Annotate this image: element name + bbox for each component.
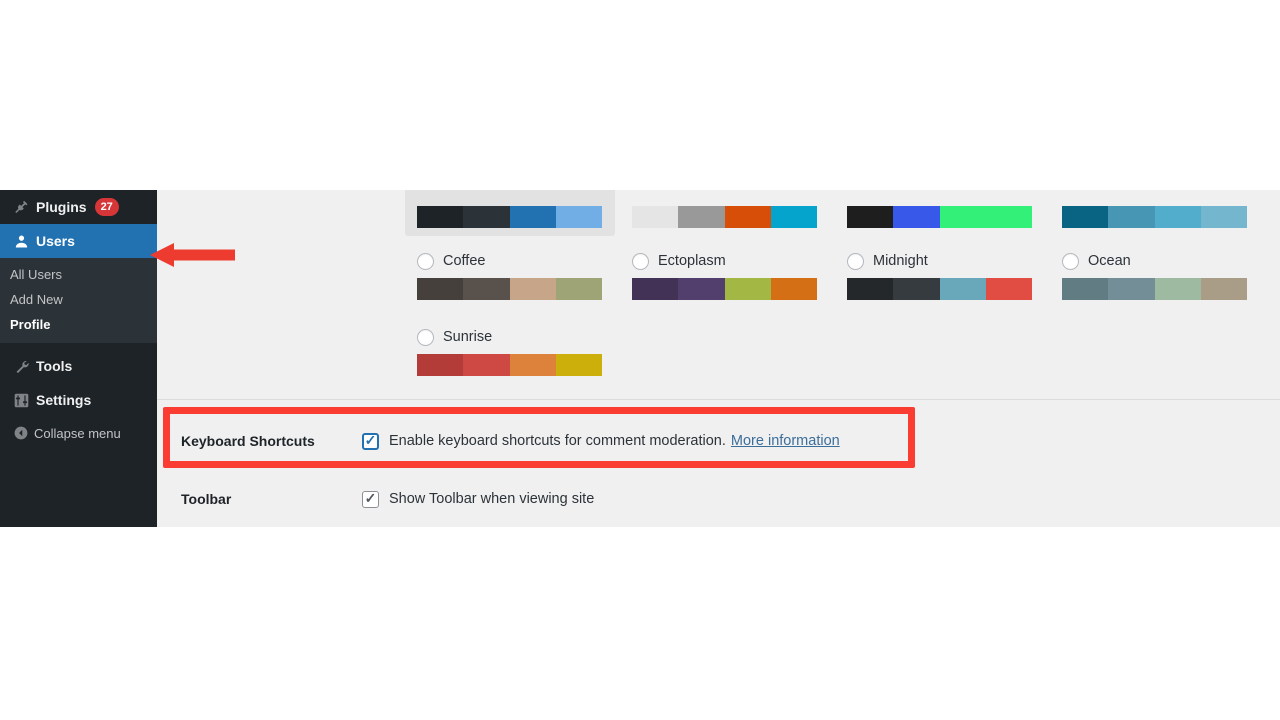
sidebar-subitem-all-users[interactable]: All Users <box>0 262 157 287</box>
more-information-link[interactable]: More information <box>731 433 840 449</box>
sidebar-item-tools[interactable]: Tools <box>0 349 157 383</box>
color-scheme-swatch-light <box>632 206 817 228</box>
keyboard-shortcuts-field: ✓ Enable keyboard shortcuts for comment … <box>362 432 840 450</box>
sidebar-item-label: Users <box>36 233 75 249</box>
color-scheme-label: Midnight <box>873 253 928 269</box>
keyboard-shortcuts-row: Keyboard Shortcuts ✓ Enable keyboard sho… <box>157 426 1280 456</box>
screenshot-root: Plugins 27 Users All Users Add New Profi… <box>0 0 1280 720</box>
sidebar-item-label: Settings <box>36 392 92 408</box>
color-scheme-label: Ectoplasm <box>658 253 726 269</box>
radio-ocean[interactable] <box>1062 252 1079 270</box>
color-scheme-swatch-ectoplasm <box>632 278 817 300</box>
profile-settings-body: Default Light <box>157 190 1280 527</box>
color-scheme-option-ectoplasm[interactable]: Ectoplasm <box>632 250 842 300</box>
color-scheme-option-midnight[interactable]: Midnight <box>847 250 1057 300</box>
sidebar-item-settings[interactable]: Settings <box>0 383 157 417</box>
checkmark-icon: ✓ <box>364 490 377 507</box>
sidebar-item-label: Tools <box>36 358 73 374</box>
collapse-menu-button[interactable]: Collapse menu <box>0 417 157 449</box>
wrench-icon <box>8 358 34 375</box>
color-scheme-swatch-ocean <box>1062 278 1247 300</box>
toolbar-description: Show Toolbar when viewing site <box>389 491 595 507</box>
toolbar-row: Toolbar ✓ Show Toolbar when viewing site <box>157 484 1280 514</box>
color-scheme-label: Sunrise <box>443 329 493 345</box>
toolbar-label: Toolbar <box>181 491 232 507</box>
color-scheme-option-blue[interactable]: Blue <box>1062 190 1272 228</box>
sidebar-item-label: Plugins <box>36 199 87 215</box>
color-scheme-option-coffee[interactable]: Coffee <box>417 250 627 300</box>
admin-sidebar-menu: Plugins 27 Users All Users Add New Profi… <box>0 190 165 527</box>
color-scheme-swatch-sunrise <box>417 354 602 376</box>
row-divider <box>157 399 1280 400</box>
keyboard-shortcuts-checkbox[interactable]: ✓ <box>362 432 379 450</box>
radio-ectoplasm[interactable] <box>632 252 649 270</box>
color-scheme-swatch-default <box>417 206 602 228</box>
radio-midnight[interactable] <box>847 252 864 270</box>
sidebar-submenu-users: All Users Add New Profile <box>0 258 157 343</box>
color-scheme-option-modern[interactable]: Modern <box>847 190 1057 228</box>
color-scheme-option-light[interactable]: Light <box>632 190 842 228</box>
color-scheme-option-sunrise[interactable]: Sunrise <box>417 326 627 376</box>
color-scheme-label: Coffee <box>443 253 486 269</box>
radio-sunrise[interactable] <box>417 328 434 346</box>
admin-color-scheme-picker: Default Light <box>157 190 1280 385</box>
settings-sliders-icon <box>8 392 34 409</box>
users-icon <box>8 233 34 250</box>
checkmark-icon: ✓ <box>364 432 377 449</box>
keyboard-shortcuts-label: Keyboard Shortcuts <box>181 433 315 449</box>
collapse-left-arrow-icon <box>8 425 34 441</box>
color-scheme-swatch-midnight <box>847 278 1032 300</box>
color-scheme-label: Ocean <box>1088 253 1131 269</box>
plug-icon <box>8 199 34 216</box>
sidebar-item-users[interactable]: Users <box>0 224 165 258</box>
wordpress-admin-strip: Plugins 27 Users All Users Add New Profi… <box>0 190 1280 527</box>
radio-coffee[interactable] <box>417 252 434 270</box>
keyboard-shortcuts-description: Enable keyboard shortcuts for comment mo… <box>389 433 726 449</box>
sidebar-subitem-add-new[interactable]: Add New <box>0 287 157 312</box>
sidebar-item-plugins[interactable]: Plugins 27 <box>0 190 157 224</box>
color-scheme-option-default[interactable]: Default <box>405 190 615 236</box>
toolbar-checkbox[interactable]: ✓ <box>362 490 379 508</box>
color-scheme-swatch-blue <box>1062 206 1247 228</box>
color-scheme-option-ocean[interactable]: Ocean <box>1062 250 1272 300</box>
sidebar-subitem-profile[interactable]: Profile <box>0 312 157 337</box>
plugins-update-count-badge: 27 <box>94 198 119 216</box>
toolbar-field: ✓ Show Toolbar when viewing site <box>362 490 595 508</box>
collapse-menu-label: Collapse menu <box>34 425 121 441</box>
color-scheme-swatch-modern <box>847 206 1032 228</box>
color-scheme-swatch-coffee <box>417 278 602 300</box>
